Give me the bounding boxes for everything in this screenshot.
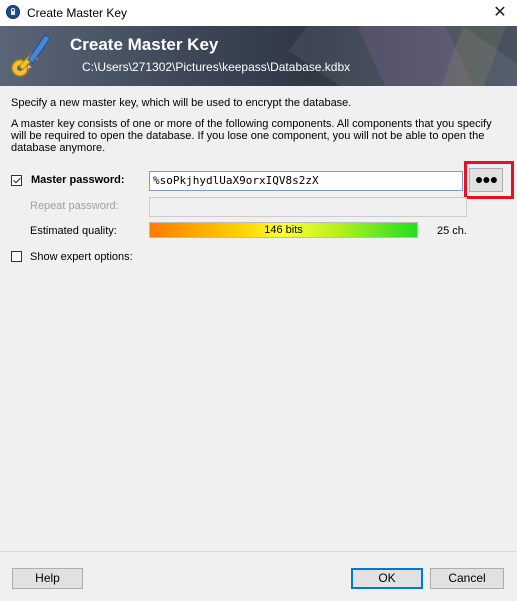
dialog-content — [0, 86, 517, 601]
master-password-input[interactable]: %soPkjhydlUaX9orxIQV8s2zX — [149, 171, 463, 191]
database-path: C:\Users\271302\Pictures\keepass\Databas… — [82, 60, 351, 74]
footer-divider — [0, 551, 517, 552]
estimated-quality-label: Estimated quality: — [30, 225, 117, 237]
quality-bar: 146 bits — [149, 222, 418, 238]
close-button[interactable]: ✕ — [486, 2, 514, 24]
title-bar: Create Master Key ✕ — [0, 0, 517, 26]
key-pen-icon — [11, 34, 51, 77]
character-count: 25 ch. — [437, 225, 467, 237]
master-password-label: Master password: — [31, 174, 125, 186]
header-banner: Create Master Key C:\Users\271302\Pictur… — [0, 26, 517, 86]
intro-text: Specify a new master key, which will be … — [11, 97, 352, 109]
quality-bits-text: 146 bits — [264, 224, 303, 236]
master-password-checkbox[interactable] — [11, 175, 22, 186]
expert-options-checkbox[interactable] — [11, 251, 22, 262]
keepass-lock-icon — [6, 5, 20, 19]
cancel-button[interactable]: Cancel — [430, 568, 504, 589]
window-title: Create Master Key — [27, 6, 128, 20]
ok-button[interactable]: OK — [351, 568, 423, 589]
repeat-password-input[interactable] — [149, 197, 467, 217]
highlight-box — [464, 161, 514, 199]
banner-title: Create Master Key — [70, 35, 219, 54]
expert-options-label: Show expert options: — [30, 251, 133, 263]
help-button[interactable]: Help — [12, 568, 83, 589]
components-description: A master key consists of one or more of … — [11, 118, 492, 154]
repeat-password-label: Repeat password: — [30, 200, 119, 212]
